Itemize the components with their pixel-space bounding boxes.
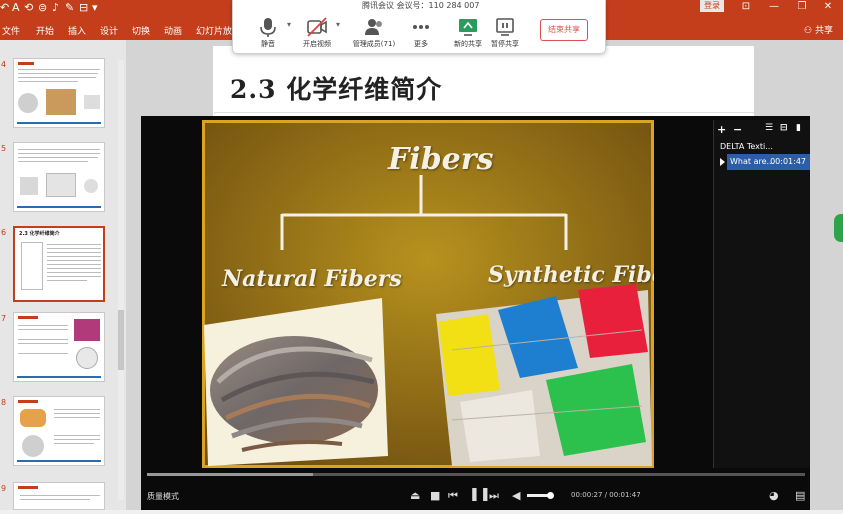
pen-icon[interactable]: ✎ (65, 1, 74, 14)
tab-transitions[interactable]: 切换 (132, 24, 150, 37)
remove-icon[interactable]: − (733, 123, 742, 136)
mute-label: 静音 (261, 40, 275, 48)
video-left-branch: Natural Fibers (222, 266, 402, 292)
playlist-toggle-icon[interactable]: ▤ (795, 489, 805, 502)
minimize-icon[interactable]: — (760, 0, 788, 14)
add-icon[interactable]: + (717, 123, 726, 136)
seek-bar-fill (147, 473, 313, 476)
quality-mode-button[interactable]: 质量模式 (147, 491, 179, 502)
status-bar (0, 510, 843, 514)
video-right-branch: Synthetic Fibers (488, 262, 654, 288)
more-icon[interactable]: ⊟ (79, 1, 88, 14)
volume-knob[interactable] (547, 492, 554, 499)
mic-icon[interactable]: ♪ (52, 1, 59, 14)
play-marker-icon (720, 158, 725, 166)
share-button[interactable]: ⚇ 共享 (804, 23, 833, 36)
tab-file[interactable]: 文件 (2, 24, 20, 37)
time-display: 00:00:27 / 00:01:47 (571, 491, 641, 499)
thumbnail-number: 8 (1, 398, 7, 407)
close-icon[interactable]: ✕ (814, 0, 842, 14)
video-label: 开启视频 (303, 40, 331, 48)
thumbnail-number: 7 (1, 314, 7, 323)
members-icon (365, 19, 382, 35)
side-assistant-tab[interactable] (834, 214, 843, 242)
screen-icon[interactable]: ⊟ (780, 123, 788, 133)
thumbnail-number: 6 (1, 228, 7, 237)
slide-thumbnail-4[interactable] (13, 58, 105, 128)
tab-design[interactable]: 设计 (100, 24, 118, 37)
pause-icon (496, 18, 514, 36)
thumbnail-number: 4 (1, 60, 7, 69)
playlist-item-active[interactable]: What are... 00:01:47 (727, 154, 810, 170)
eject-icon[interactable]: ⏏ (410, 489, 420, 502)
tab-home[interactable]: 开始 (36, 24, 54, 37)
volume-icon[interactable]: ◀ (512, 489, 520, 502)
microphone-icon (260, 18, 276, 37)
globe-icon[interactable]: ◕ (769, 489, 779, 502)
list-icon[interactable]: ☰ (765, 123, 773, 133)
login-button[interactable]: 登录 (700, 0, 724, 12)
restore-icon[interactable]: ❐ (788, 0, 816, 14)
more-dots-icon (413, 25, 429, 29)
slide-thumbnail-5[interactable] (13, 142, 105, 212)
chevron-down-icon[interactable]: ▾ (336, 20, 340, 29)
thumbnail-number: 5 (1, 144, 7, 153)
next-icon[interactable]: ⏭ (489, 489, 499, 503)
slide-thumbnail-7[interactable] (13, 312, 105, 382)
meeting-info: 腾讯会议 会议号：110 284 007 (362, 1, 480, 10)
playlist-item[interactable]: DELTA Texti... (720, 142, 773, 151)
pause-button-icon[interactable]: ❚❚ (469, 487, 491, 502)
thumbnail-caption: 2.3 化学纤维简介 (19, 231, 60, 237)
playlist-item-duration: 00:01:47 (770, 157, 806, 166)
undo-icon[interactable]: ↶ (0, 1, 9, 14)
slide-thumbnail-8[interactable] (13, 396, 105, 466)
font-icon[interactable]: A (12, 1, 20, 14)
slide-thumbnail-6[interactable]: 2.3 化学纤维简介 (13, 226, 105, 302)
thumbnail-scrollbar[interactable] (118, 60, 124, 500)
end-share-button[interactable]: 结束共享 (540, 19, 588, 41)
scrollbar-thumb[interactable] (118, 310, 124, 370)
dropdown-icon[interactable]: ▾ (92, 1, 98, 14)
redo-icon[interactable]: ⊜ (38, 1, 47, 14)
video-heading: Fibers (388, 142, 494, 177)
title-divider (214, 112, 754, 113)
playlist-panel (714, 120, 810, 468)
slide-thumbnail-9[interactable] (13, 482, 105, 510)
bars-icon[interactable]: ▮ (796, 123, 801, 133)
screen-share-icon (459, 19, 477, 36)
tab-insert[interactable]: 插入 (68, 24, 86, 37)
share-label: 共享 (814, 26, 833, 36)
tab-animations[interactable]: 动画 (164, 24, 182, 37)
person-icon: ⚇ (804, 26, 813, 36)
thumbnail-number: 9 (1, 484, 7, 493)
playlist-item-title: What are... (730, 157, 775, 166)
video-frame[interactable]: Fibers Natural Fibers Synthetic Fibers (202, 120, 654, 468)
ribbon-display-icon[interactable]: ⊡ (732, 0, 760, 14)
pause-share-label: 暂停共享 (491, 40, 519, 48)
slide-title[interactable]: 2.3 化学纤维简介 (230, 70, 442, 106)
pause-share-button[interactable]: 暂停共享 (477, 14, 533, 52)
stop-icon[interactable]: ■ (430, 489, 440, 502)
previous-icon[interactable]: ⏮ (448, 489, 458, 503)
video-off-icon (307, 17, 327, 37)
format-painter-icon[interactable]: ⟲ (24, 1, 33, 14)
